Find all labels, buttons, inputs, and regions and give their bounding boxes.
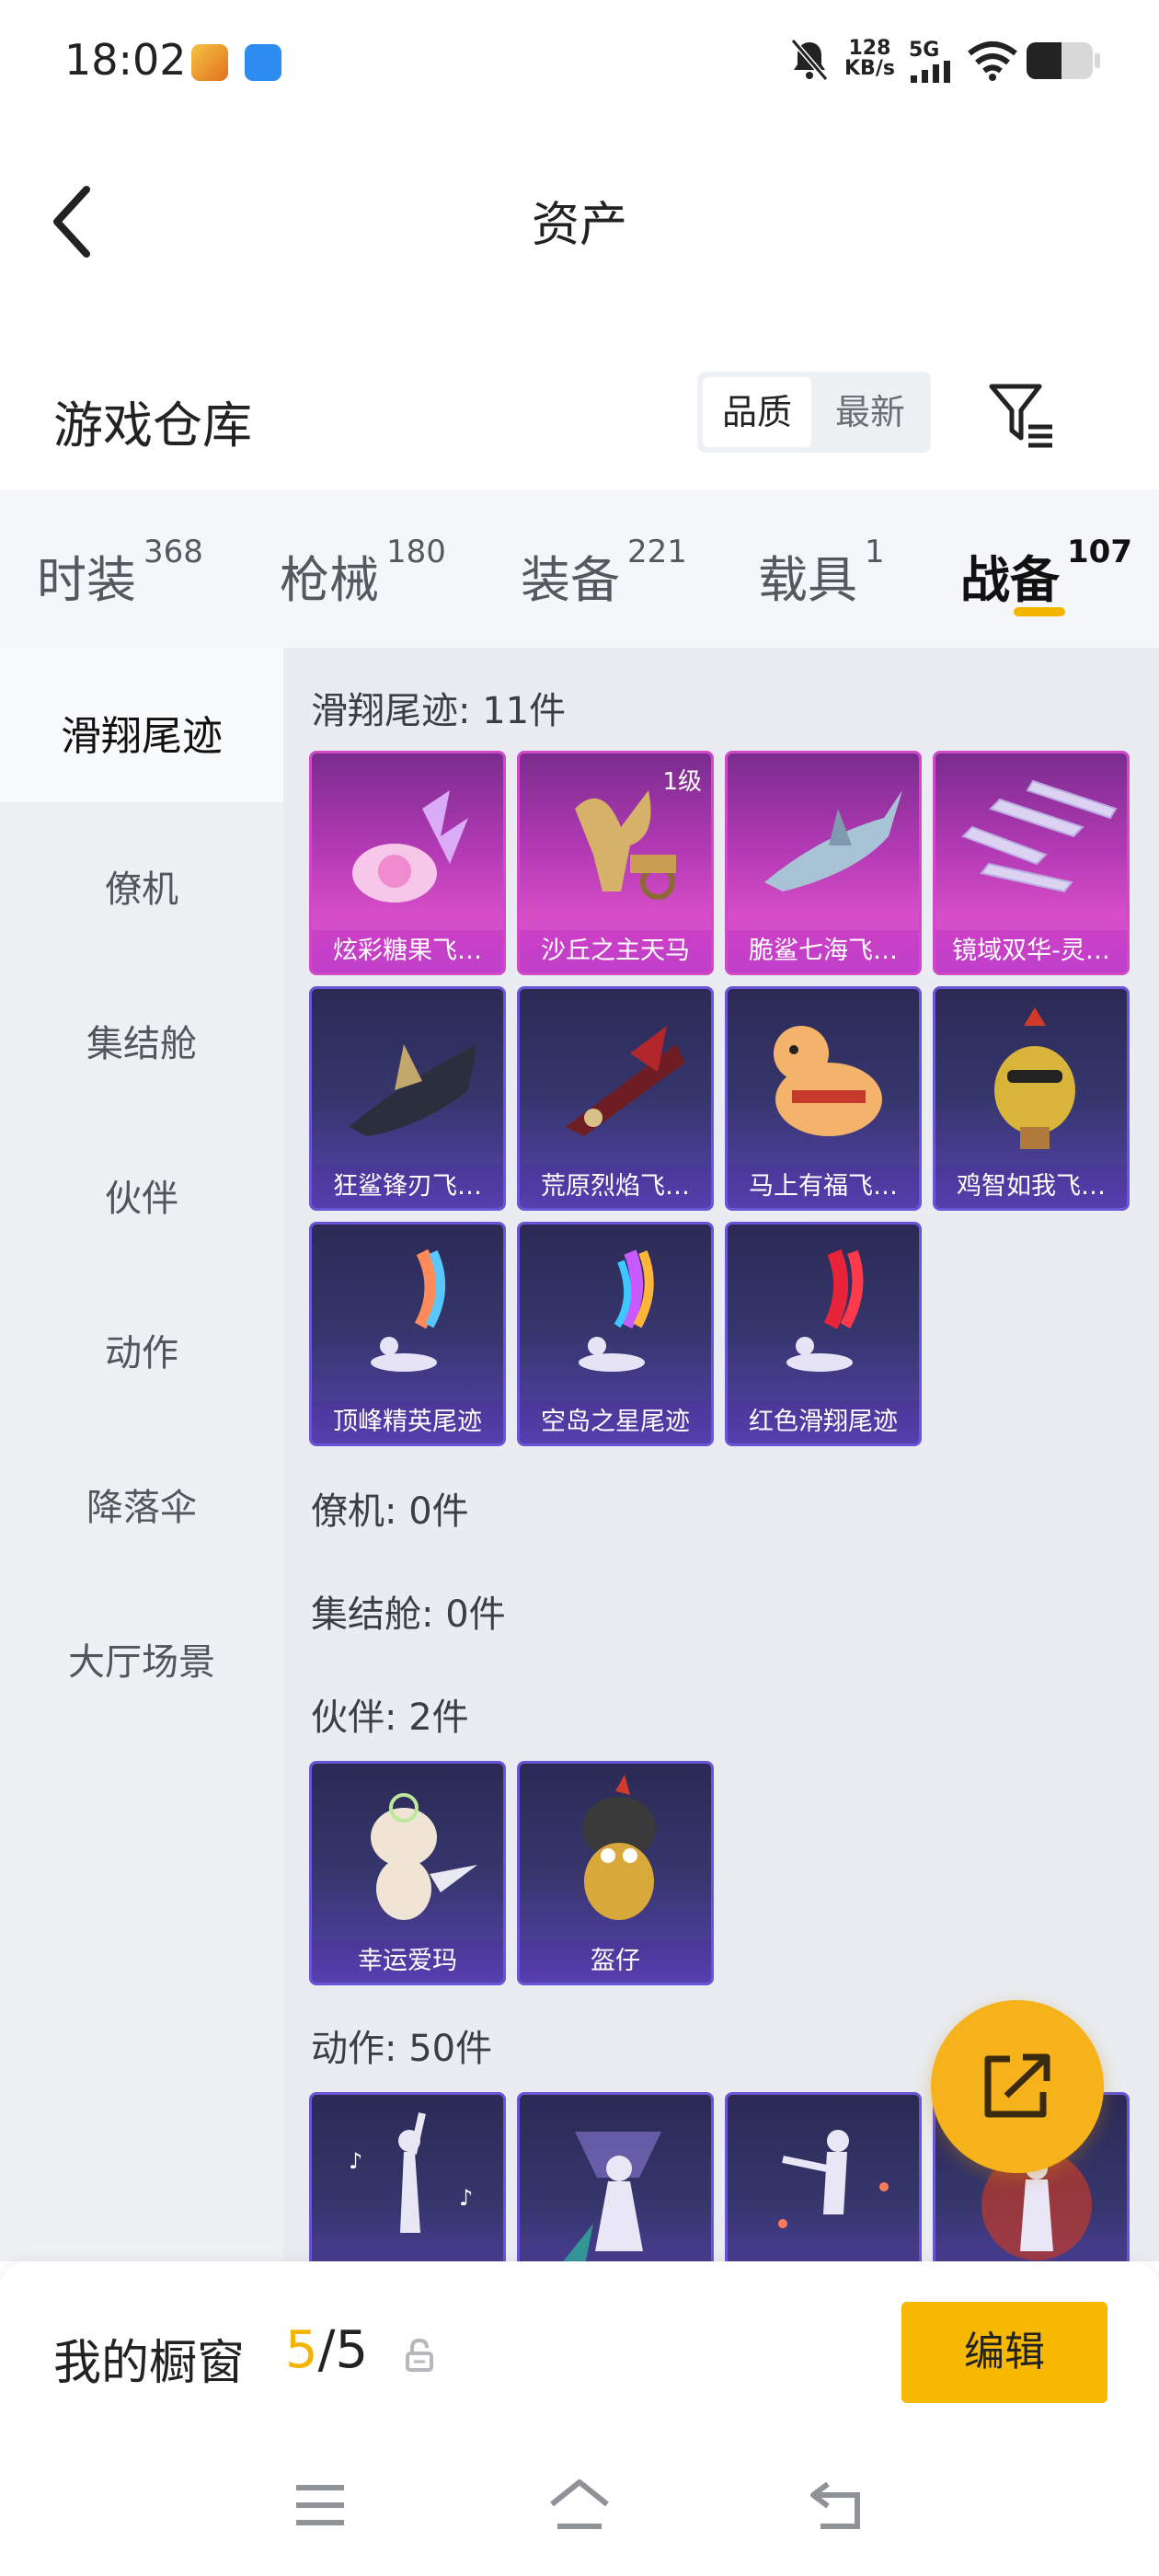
item-name: 沙丘之主天马 [520,930,711,972]
item-name: 狂鲨锋刃飞… [312,1166,503,1208]
network-type: 5G [909,39,940,62]
item-artwork [786,1249,864,1372]
item-name: 空岛之星尾迹 [520,1401,711,1443]
menu-icon[interactable] [294,2484,346,2526]
page-title: 资产 [531,198,627,253]
item-card[interactable] [517,2092,714,2261]
item-name: 鸡智如我飞… [935,1166,1127,1208]
battery-tip [1095,53,1100,68]
tab-fashion[interactable]: 时装 368 [37,534,203,612]
section-title-emote: 动作: 50件 [311,2028,493,2070]
item-card[interactable] [725,2092,922,2261]
side-nav-rally-pod[interactable]: 集结舱 [0,1014,283,1067]
item-artwork [563,2132,661,2261]
item-name: 幸运爱玛 [312,1940,503,1983]
section-title-rally-pod: 集结舱: 0件 [311,1593,506,1636]
status-time: 18:02 [64,35,187,85]
section-title-partner: 伙伴: 2件 [311,1696,469,1739]
item-card[interactable]: ♪ ♪ [309,2092,506,2261]
tab-battle-prep[interactable]: 战备 107 [960,534,1132,612]
item-card[interactable]: 盔仔 [517,1761,714,1985]
section-title-glide: 滑翔尾迹: 11件 [311,690,567,732]
item-card[interactable]: 脆鲨七海飞… [725,751,922,975]
item-name: 盔仔 [520,1940,711,1983]
item-artwork [371,1793,477,1920]
item-artwork [778,2130,889,2228]
showcase-count: 5/5 [285,2320,369,2380]
tab-vehicles[interactable]: 载具 1 [758,534,885,612]
item-artwork [352,790,468,903]
item-card[interactable]: 马上有福飞… [725,986,922,1211]
item-card[interactable]: 1级 沙丘之主天马 [517,751,714,975]
side-nav-partner[interactable]: 伙伴 [0,1168,283,1222]
item-level-badge: 1级 [662,768,702,796]
item-card[interactable]: 镜域双华-灵… [933,751,1130,975]
showcase-label: 我的橱窗 [53,2336,246,2391]
svg-text:♪: ♪ [349,2148,362,2174]
item-name: 镜域双华-灵… [935,930,1127,972]
svg-text:♪: ♪ [459,2185,473,2211]
app-header: 资产 [0,125,1159,300]
sort-toggle: 品质 最新 [697,372,931,453]
du-app-icon [245,44,281,81]
edit-button[interactable]: 编辑 [901,2302,1107,2403]
section-title-wingman: 僚机: 0件 [311,1490,469,1533]
side-nav: 滑翔尾迹 僚机 集结舱 伙伴 动作 降落伞 大厅场景 [0,648,283,2261]
item-artwork [582,1775,656,1920]
side-nav-lobby-scene[interactable]: 大厅场景 [0,1632,283,1685]
side-nav-parachute[interactable]: 降落伞 [0,1478,283,1531]
item-card[interactable]: 鸡智如我飞… [933,986,1130,1211]
lock-icon [406,2339,433,2372]
item-name: 炫彩糖果飞… [312,930,503,972]
side-nav-emote[interactable]: 动作 [0,1323,283,1376]
wifi-icon [968,41,1017,81]
item-artwork [994,1007,1075,1149]
item-card[interactable]: 空岛之星尾迹 [517,1222,714,1446]
item-artwork [961,779,1118,893]
filter-icon[interactable] [988,381,1056,449]
signal-icon [911,61,950,83]
back-nav-icon[interactable] [808,2480,866,2530]
item-card[interactable]: 荒原烈焰飞… [517,986,714,1211]
sort-quality-button[interactable]: 品质 [703,377,811,447]
item-artwork [579,1249,654,1372]
game-app-icon [191,44,228,81]
item-artwork [566,1026,685,1136]
home-icon[interactable] [548,2478,611,2530]
item-name: 顶峰精英尾迹 [312,1401,503,1443]
warehouse-title: 游戏仓库 [53,397,252,454]
item-artwork: ♪♪ [349,2112,473,2233]
side-nav-wingman[interactable]: 僚机 [0,859,283,913]
item-name: 脆鲨七海飞… [728,930,919,972]
sort-newest-button[interactable]: 最新 [815,377,925,447]
share-external-icon [984,2053,1050,2118]
item-card[interactable]: 顶峰精英尾迹 [309,1222,506,1446]
side-nav-glide-trail[interactable]: 滑翔尾迹 [0,703,283,762]
showcase-bar: 我的橱窗 5/5 编辑 [0,2261,1159,2445]
item-name: 荒原烈焰飞… [520,1166,711,1208]
item-card[interactable]: 炫彩糖果飞… [309,751,506,975]
item-artwork [371,1248,445,1372]
system-nav-bar [0,2445,1159,2576]
tab-equipment[interactable]: 装备 221 [521,534,687,612]
item-name: 马上有福飞… [728,1166,919,1208]
mute-bell-icon [790,39,829,81]
status-bar: 18:02 128 KB/s 5G [0,0,1159,125]
share-fab-button[interactable] [931,2000,1104,2173]
item-artwork [349,1044,477,1136]
category-tabs: 时装 368 枪械 180 装备 221 载具 1 战备 107 [0,489,1159,648]
tab-weapons[interactable]: 枪械 180 [280,534,446,612]
network-speed: 128 KB/s [844,37,895,80]
battery-icon [1027,42,1093,79]
item-name: 红色滑翔尾迹 [728,1401,919,1443]
item-card[interactable]: 红色滑翔尾迹 [725,1222,922,1446]
active-tab-indicator [1014,607,1065,616]
item-artwork [764,790,902,891]
item-card[interactable]: 幸运爱玛 [309,1761,506,1985]
item-card[interactable]: 狂鲨锋刃飞… [309,986,506,1211]
item-artwork [774,1026,882,1136]
